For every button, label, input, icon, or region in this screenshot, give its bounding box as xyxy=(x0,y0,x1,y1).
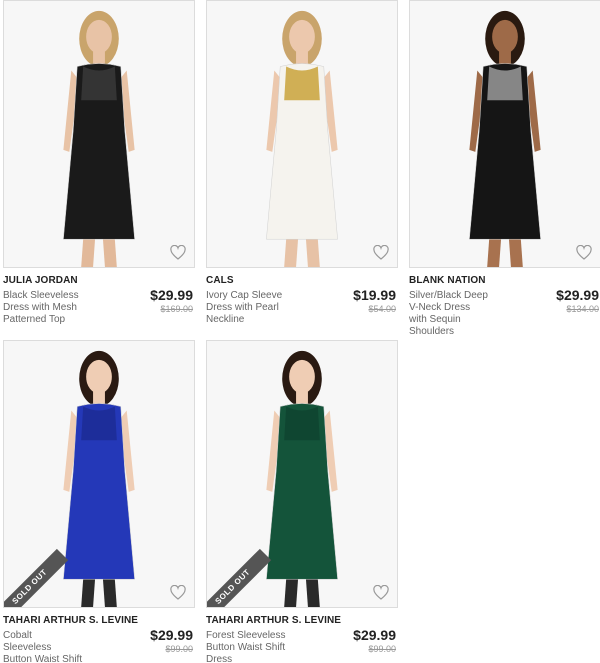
model-figure xyxy=(63,350,135,607)
brand-name[interactable]: TAHARI ARTHUR S. LEVINE xyxy=(206,615,398,626)
product-card[interactable]: BLANK NATION Silver/Black Deep V-Neck Dr… xyxy=(409,0,600,337)
model-face xyxy=(86,19,112,54)
model-leg-left xyxy=(284,579,299,607)
dress-bodice-detail xyxy=(487,66,523,101)
original-price: $99.00 xyxy=(165,644,193,654)
sale-price: $29.99 xyxy=(556,287,599,303)
model-leg-right xyxy=(305,239,320,267)
product-card[interactable]: CALS Ivory Cap Sleeve Dress with Pearl N… xyxy=(206,0,398,328)
product-image[interactable] xyxy=(409,0,600,268)
model-leg-right xyxy=(102,239,117,267)
product-card[interactable]: SOLD OUT TAHARI ARTHUR S. LEVINE Forest … xyxy=(206,340,398,663)
model-figure xyxy=(63,10,135,267)
model-leg-left xyxy=(81,239,96,267)
brand-name[interactable]: CALS xyxy=(206,275,398,286)
original-price: $169.00 xyxy=(160,304,193,314)
sale-price: $29.99 xyxy=(150,287,193,303)
heart-icon[interactable] xyxy=(170,245,186,260)
model-leg-right xyxy=(102,579,117,607)
product-description[interactable]: Black Sleeveless Dress with Mesh Pattern… xyxy=(3,290,83,326)
sale-price: $29.99 xyxy=(150,627,193,643)
dress-bodice-detail xyxy=(284,66,320,101)
product-image[interactable] xyxy=(206,0,398,268)
product-image[interactable]: SOLD OUT xyxy=(3,340,195,608)
product-image[interactable] xyxy=(3,0,195,268)
product-description[interactable]: Ivory Cap Sleeve Dress with Pearl Neckli… xyxy=(206,290,286,326)
original-price: $99.00 xyxy=(368,644,396,654)
dress-bodice-detail xyxy=(81,66,117,101)
model-figure xyxy=(266,10,338,267)
model-face xyxy=(289,19,315,54)
product-image[interactable]: SOLD OUT xyxy=(206,340,398,608)
brand-name[interactable]: BLANK NATION xyxy=(409,275,600,286)
original-price: $134.00 xyxy=(566,304,599,314)
product-description[interactable]: Forest Sleeveless Button Waist Shift Dre… xyxy=(206,630,286,663)
sale-price: $19.99 xyxy=(353,287,396,303)
product-card[interactable]: SOLD OUT TAHARI ARTHUR S. LEVINE Cobalt … xyxy=(3,340,195,663)
dress-bodice-detail xyxy=(284,406,320,441)
original-price: $54.00 xyxy=(368,304,396,314)
model-figure xyxy=(266,350,338,607)
brand-name[interactable]: TAHARI ARTHUR S. LEVINE xyxy=(3,615,195,626)
heart-icon[interactable] xyxy=(576,245,592,260)
product-description[interactable]: Silver/Black Deep V-Neck Dress with Sequ… xyxy=(409,290,489,338)
heart-icon[interactable] xyxy=(373,245,389,260)
model-leg-left xyxy=(81,579,96,607)
brand-name[interactable]: JULIA JORDAN xyxy=(3,275,195,286)
model-leg-left xyxy=(487,239,502,267)
model-leg-right xyxy=(305,579,320,607)
model-figure xyxy=(469,10,541,267)
model-face xyxy=(289,359,315,394)
product-card[interactable]: JULIA JORDAN Black Sleeveless Dress with… xyxy=(3,0,195,328)
product-description[interactable]: Cobalt Sleeveless Button Waist Shift Dre… xyxy=(3,630,83,663)
heart-icon[interactable] xyxy=(373,585,389,600)
model-face xyxy=(86,359,112,394)
dress-bodice-detail xyxy=(81,406,117,441)
model-leg-right xyxy=(508,239,523,267)
heart-icon[interactable] xyxy=(170,585,186,600)
sale-price: $29.99 xyxy=(353,627,396,643)
model-leg-left xyxy=(284,239,299,267)
model-face xyxy=(492,19,518,54)
